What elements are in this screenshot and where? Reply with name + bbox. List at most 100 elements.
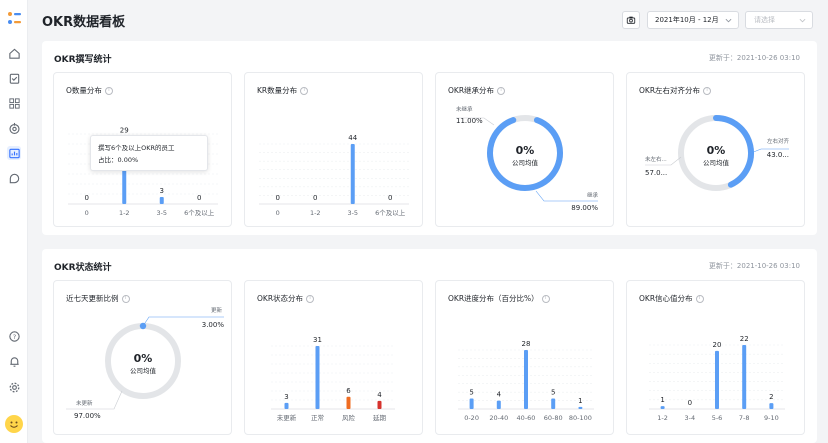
- bar: [551, 398, 556, 409]
- bar-value-label: 20: [713, 341, 722, 349]
- svg-text:?: ?: [12, 332, 15, 340]
- home-icon[interactable]: [7, 46, 21, 60]
- align-ring-chart: 0%公司均值 左右对齐 43.0... 未左右... 57.0...: [645, 115, 790, 191]
- checklist-icon[interactable]: [7, 71, 21, 85]
- ring-center-label: 公司均值: [130, 366, 157, 375]
- inherit-card: 0% 公司均值 未继承 11.00% 继承 89.00% OKR继承分布 i: [435, 72, 614, 227]
- settings-icon[interactable]: [7, 380, 21, 394]
- bar: [315, 346, 320, 409]
- bar-value-label: 0: [388, 194, 392, 202]
- chart-tooltip: 撰写6个及以上OKR的员工 占比：0.00%: [90, 135, 208, 171]
- sticker-icon[interactable]: [7, 171, 21, 185]
- ring-center-value: 0%: [707, 144, 726, 157]
- bar: [769, 403, 774, 409]
- bar-value-label: 2: [769, 393, 773, 401]
- x-tick-label: 3-5: [156, 209, 167, 217]
- callout-label: 左右对齐: [767, 137, 790, 145]
- align-card: 0% 公司均值 左右对齐 43.0... 未左右... 57.0... OKR左右对齐分布…: [626, 72, 805, 227]
- card-title: OKR进度分布（百分比%）: [448, 294, 539, 303]
- card-title: OKR状态分布: [257, 294, 304, 303]
- ring-center-label: 公司均值: [703, 158, 730, 167]
- bar: [284, 402, 289, 409]
- callout-label: 未继承: [456, 105, 473, 113]
- info-icon[interactable]: i: [104, 86, 113, 95]
- bar: [578, 406, 583, 409]
- bar: [660, 406, 665, 409]
- chevron-down-icon: [799, 18, 806, 23]
- filter-select[interactable]: 请选择: [745, 11, 813, 29]
- target-icon[interactable]: [7, 121, 21, 135]
- info-icon[interactable]: i: [300, 86, 309, 95]
- inherit-ring-chart: 0%公司均值 未继承 11.00% 继承 89.00%: [456, 105, 599, 212]
- bar-value-label: 5: [551, 388, 555, 396]
- bar-value-label: 44: [348, 134, 357, 142]
- x-tick-label: 1-2: [119, 209, 130, 217]
- bar: [742, 345, 747, 409]
- o-count-card: 0 0 29 1-2 3 3-5 0 6个及以上 O数量分布 i 撰写6个及以上OKR的员工 占…: [53, 72, 232, 227]
- screenshot-button[interactable]: [622, 11, 640, 29]
- logo-icon[interactable]: [6, 10, 22, 26]
- x-tick-label: 延期: [373, 413, 387, 422]
- confidence-card: 1 1-2 0 3-4 20 5-6 22 7-8 2 9-10 OKR信心值分布 i: [626, 280, 805, 435]
- okr-status-section: OKR状态统计 更新于：2021-10-26 03:10 0% 公司均值 更新 3.0…: [42, 249, 817, 443]
- x-tick-label: 5-6: [712, 414, 723, 422]
- x-tick-label: 3-5: [347, 209, 358, 217]
- bar: [159, 197, 164, 204]
- page-title: OKR数据看板: [42, 15, 126, 30]
- x-tick-label: 6个及以上: [184, 208, 215, 217]
- info-icon[interactable]: i: [541, 294, 550, 303]
- callout-value: 3.00%: [202, 321, 225, 329]
- tooltip-line: 占比：0.00%: [98, 156, 139, 164]
- bar-value-label: 0: [276, 194, 280, 202]
- dashboard-icon[interactable]: [7, 146, 21, 160]
- callout-value: 89.00%: [571, 204, 598, 212]
- x-tick-label: 0: [85, 209, 89, 217]
- callout-value: 57.0...: [645, 169, 667, 177]
- bell-icon[interactable]: [7, 354, 21, 368]
- update-ratio-card: 0% 公司均值 更新 3.00% 未更新 97.00% 近七天更新比例 i: [53, 280, 232, 435]
- bar-value-label: 0: [197, 194, 201, 202]
- bar: [715, 350, 719, 409]
- progress-chart: 5 0-20 4 20-40 28 40-60 5 60-80 1 80-100: [458, 340, 594, 422]
- callout-label: 继承: [587, 191, 599, 199]
- update-ring-chart: 0%公司均值 更新 3.00% 未更新 97.00%: [66, 306, 225, 420]
- tooltip-line: 撰写6个及以上OKR的员工: [98, 144, 175, 152]
- info-icon[interactable]: i: [497, 86, 506, 95]
- info-icon[interactable]: i: [306, 294, 315, 303]
- card-title: 近七天更新比例: [66, 294, 119, 303]
- grid-icon[interactable]: [7, 96, 21, 110]
- card-title: OKR信心值分布: [639, 294, 693, 303]
- x-tick-label: 正常: [311, 413, 324, 422]
- x-tick-label: 7-8: [739, 414, 750, 422]
- chevron-down-icon: [725, 18, 732, 23]
- x-tick-label: 3-4: [684, 414, 695, 422]
- date-range-value: 2021年10月 - 12月: [655, 16, 719, 24]
- bar-value-label: 22: [740, 335, 749, 343]
- info-icon[interactable]: i: [703, 86, 712, 95]
- x-tick-label: 0: [276, 209, 280, 217]
- help-icon[interactable]: ?: [7, 329, 21, 343]
- x-tick-label: 20-40: [489, 414, 508, 422]
- status-card: 3 未更新 31 正常 6 风险 4 延期 OKR状态分布 i: [244, 280, 423, 435]
- x-tick-label: 1-2: [310, 209, 321, 217]
- info-icon[interactable]: i: [121, 294, 130, 303]
- ring-center-label: 公司均值: [512, 158, 539, 167]
- callout-value: 43.0...: [767, 151, 789, 159]
- callout-value: 11.00%: [456, 117, 483, 125]
- bar-value-label: 1: [660, 396, 664, 404]
- card-title: OKR左右对齐分布: [639, 86, 701, 95]
- bar: [346, 396, 351, 409]
- avatar[interactable]: [5, 415, 23, 433]
- callout-label: 未更新: [76, 399, 93, 407]
- bar-value-label: 0: [85, 194, 89, 202]
- callout-line: [66, 390, 123, 410]
- sidebar: ?: [0, 0, 28, 443]
- x-tick-label: 9-10: [764, 414, 779, 422]
- bar-value-label: 4: [497, 391, 502, 399]
- info-icon[interactable]: i: [695, 294, 704, 303]
- x-tick-label: 风险: [342, 413, 356, 422]
- bar-value-label: 0: [688, 399, 692, 407]
- x-tick-label: 80-100: [569, 414, 592, 422]
- date-range-select[interactable]: 2021年10月 - 12月: [647, 11, 739, 29]
- callout-value: 97.00%: [74, 412, 101, 420]
